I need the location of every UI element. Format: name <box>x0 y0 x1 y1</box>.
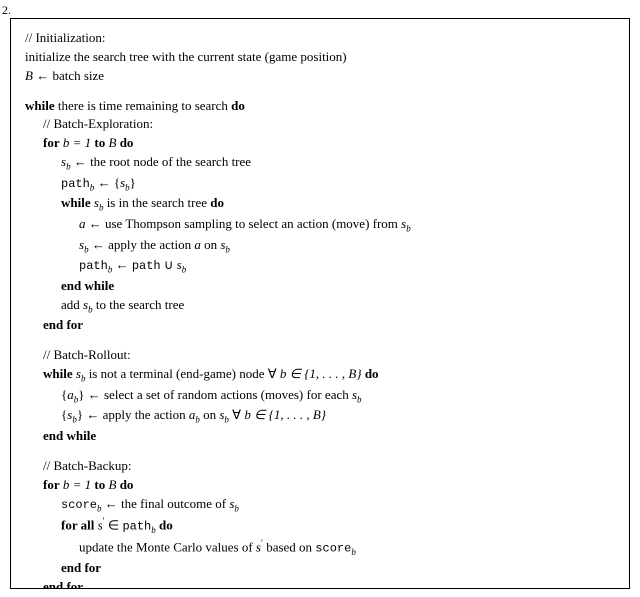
add-text: add <box>61 297 83 312</box>
sb-sub-5: b <box>225 244 230 254</box>
to-kw: to <box>94 135 105 150</box>
outer-while: while there is time remaining to search … <box>25 97 615 116</box>
arrow-8: ← <box>83 407 103 422</box>
root-text: the root node of the search tree <box>90 154 251 169</box>
to-tree: to the search tree <box>93 297 185 312</box>
in-kw: ∈ <box>105 518 123 533</box>
based-on: based on <box>263 539 315 554</box>
to-kw-2: to <box>94 477 105 492</box>
page-number: 2. <box>2 2 11 19</box>
arrow-2: ← <box>71 154 91 169</box>
B-upper-2: B <box>105 477 119 492</box>
apply-text: apply the action <box>108 237 194 252</box>
b-in-set: b ∈ {1, . . . , B} <box>280 366 365 381</box>
select-rand: select a set of random actions (moves) f… <box>104 387 352 402</box>
sb-sub-9: b <box>357 394 362 404</box>
score-var: score <box>61 498 97 512</box>
sb-sub-6: b <box>182 265 187 275</box>
path-plain: path <box>132 259 161 273</box>
update-mc: update the Monte Carlo values of s′ base… <box>25 537 615 559</box>
arrow-3: ← <box>94 175 114 190</box>
path-init: pathb ← {sb} <box>25 174 615 195</box>
while-kw-3: while <box>43 366 73 381</box>
in-tree: is in the search tree <box>103 195 210 210</box>
score-var-2: score <box>315 541 351 555</box>
comment-explore: // Batch-Exploration: <box>25 115 615 134</box>
sb-sub-12: b <box>234 503 239 513</box>
do-kw: do <box>231 98 245 113</box>
sb-set-apply: {sb} ← apply the action ab on sb ∀ b ∈ {… <box>25 406 615 427</box>
set-close: } <box>130 175 136 190</box>
score-assign: scoreb ← the final outcome of sb <box>25 495 615 516</box>
rollout-while: while sb is not a terminal (end-game) no… <box>25 365 615 386</box>
while-kw-2: while <box>61 195 91 210</box>
forall-kw: for all <box>61 518 94 533</box>
a-sample: a ← use Thompson sampling to select an a… <box>25 215 615 236</box>
for-range: b = 1 <box>60 135 95 150</box>
do-kw-4: do <box>365 366 379 381</box>
do-kw-2: do <box>120 135 134 150</box>
sb-sub-3: b <box>406 224 411 234</box>
path-var: path <box>61 177 90 191</box>
do-kw-3: do <box>210 195 224 210</box>
forall-sprime: for all s′ ∈ pathb do <box>25 515 615 537</box>
do-kw-6: do <box>159 518 173 533</box>
comment-backup: // Batch-Backup: <box>25 457 615 476</box>
end-while-2: end while <box>25 427 615 446</box>
score-sub-2: b <box>351 547 356 557</box>
for-b: for b = 1 to B do <box>25 134 615 153</box>
algorithm-box: // Initialization: initialize the search… <box>10 18 630 589</box>
for-kw-2: for <box>43 477 60 492</box>
sb-apply: sb ← apply the action a on sb <box>25 236 615 257</box>
on-text: on <box>201 237 221 252</box>
update-text: update the Monte Carlo values of <box>79 539 256 554</box>
B-upper: B <box>105 135 119 150</box>
init-line: initialize the search tree with the curr… <box>25 48 615 67</box>
arrow-4: ← <box>86 216 106 231</box>
arrow-6: ← <box>112 257 132 272</box>
end-for-3: end for <box>25 578 615 589</box>
path-var-3: path <box>122 520 151 534</box>
forall: ∀ <box>229 407 244 422</box>
end-while-1: end while <box>25 277 615 296</box>
end-for-1: end for <box>25 316 615 335</box>
path-sub-3: b <box>151 525 156 535</box>
b-in-set-2: b ∈ {1, . . . , B} <box>244 407 326 422</box>
union-icon: ∪ <box>161 257 177 272</box>
for-b-2: for b = 1 to B do <box>25 476 615 495</box>
inner-while: while sb is in the search tree do <box>25 194 615 215</box>
for-range-2: b = 1 <box>60 477 95 492</box>
on-sb: on <box>200 407 220 422</box>
arrow-7: ← <box>85 387 105 402</box>
while-cond: there is time remaining to search <box>55 98 232 113</box>
thompson-text: use Thompson sampling to select an actio… <box>105 216 401 231</box>
ab-select: {ab} ← select a set of random actions (m… <box>25 386 615 407</box>
B-var: B <box>25 68 33 83</box>
comment-init: // Initialization: <box>25 29 615 48</box>
final-outcome: the final outcome of <box>121 496 229 511</box>
arrow-9: ← <box>102 496 122 511</box>
B-val: batch size <box>52 68 104 83</box>
sb-root: sb ← the root node of the search tree <box>25 153 615 174</box>
end-for-2: end for <box>25 559 615 578</box>
for-kw: for <box>43 135 60 150</box>
add-sb: add sb to the search tree <box>25 296 615 317</box>
B-assign: B ← batch size <box>25 67 615 86</box>
apply-ab: apply the action <box>103 407 189 422</box>
while-kw: while <box>25 98 55 113</box>
path-union: pathb ← path ∪ sb <box>25 256 615 277</box>
arrow-icon: ← <box>33 68 53 83</box>
path-var-2: path <box>79 259 108 273</box>
not-term: is not a terminal (end-game) node ∀ <box>85 366 279 381</box>
comment-rollout: // Batch-Rollout: <box>25 346 615 365</box>
do-kw-5: do <box>120 477 134 492</box>
arrow-5: ← <box>89 237 109 252</box>
